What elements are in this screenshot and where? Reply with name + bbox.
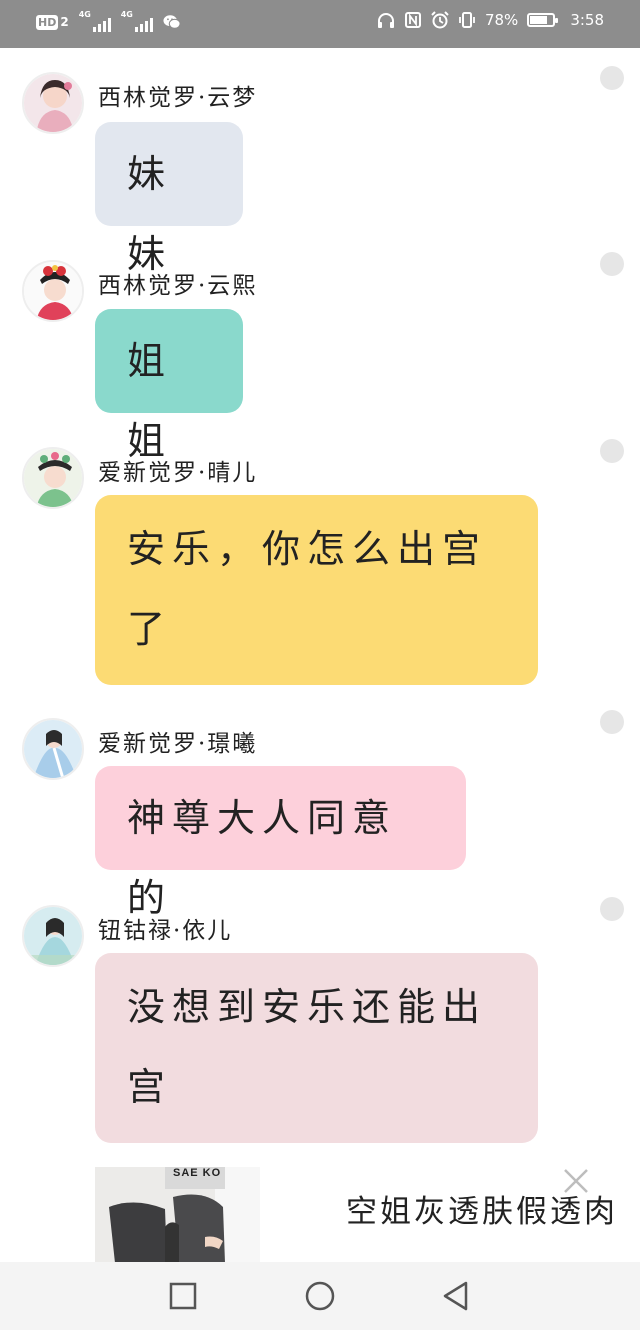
hd-label: HD — [36, 14, 59, 30]
sender-name: 爱新觉罗·晴儿 — [98, 460, 258, 486]
avatar[interactable] — [22, 718, 84, 780]
status-right: 78% 3:58 — [377, 11, 604, 29]
message-text: 神尊大人同意的 — [127, 796, 398, 920]
message-bubble[interactable]: 姐姐 — [95, 309, 243, 463]
message-text-line: 宫 — [127, 1065, 173, 1109]
battery-icon — [527, 13, 559, 27]
message-text-line: 安乐，你怎么出宫 — [127, 527, 488, 571]
headphones-icon — [377, 11, 395, 29]
message-bubble[interactable]: 妹妹 — [95, 122, 243, 276]
message-text: 妹妹 — [127, 152, 173, 276]
select-dot[interactable] — [600, 710, 624, 734]
home-circle-icon[interactable] — [304, 1280, 336, 1312]
battery-percent: 78% — [484, 11, 519, 29]
close-icon[interactable] — [560, 1165, 592, 1197]
nfc-icon — [404, 11, 422, 29]
clock: 3:58 — [570, 11, 604, 29]
message-text: 姐姐 — [127, 339, 173, 463]
avatar[interactable] — [22, 447, 84, 509]
select-dot[interactable] — [600, 897, 624, 921]
status-left: HD 2 4G 4G — [36, 10, 181, 32]
avatar[interactable] — [22, 72, 84, 134]
recent-apps-square-icon[interactable] — [167, 1280, 199, 1312]
message-text-line: 了 — [127, 607, 173, 651]
sim-number: 2 — [60, 15, 69, 29]
sender-name: 西林觉罗·云梦 — [98, 85, 258, 111]
network-type-2: 4G — [120, 10, 133, 19]
ad-image[interactable]: SAE KO — [95, 1167, 260, 1263]
select-dot[interactable] — [600, 66, 624, 90]
message-bubble[interactable]: 没想到安乐还能出 宫 — [95, 953, 538, 1143]
ad-thumb-text: SAE KO — [173, 1167, 222, 1179]
select-dot[interactable] — [600, 439, 624, 463]
message-bubble[interactable]: 神尊大人同意的 — [95, 766, 466, 920]
message-bubble[interactable]: 安乐，你怎么出宫 了 — [95, 495, 538, 685]
select-dot[interactable] — [600, 252, 624, 276]
sender-name: 爱新觉罗·璟曦 — [98, 731, 258, 757]
signal-icon-2: 4G — [120, 10, 153, 32]
back-triangle-icon[interactable] — [440, 1280, 472, 1312]
sender-name: 钮钴禄·依儿 — [98, 918, 233, 944]
navigation-bar — [0, 1262, 640, 1330]
network-type: 4G — [78, 10, 91, 19]
sender-name: 西林觉罗·云熙 — [98, 273, 258, 299]
avatar[interactable] — [22, 905, 84, 967]
hd-indicator: HD 2 — [36, 14, 69, 30]
signal-icon: 4G — [78, 10, 111, 32]
vibrate-icon — [458, 11, 476, 29]
message-text-line: 没想到安乐还能出 — [127, 985, 488, 1029]
avatar[interactable] — [22, 260, 84, 322]
status-bar: HD 2 4G 4G 78% 3:58 — [0, 0, 640, 48]
wechat-icon — [163, 13, 181, 31]
alarm-icon — [431, 11, 449, 29]
